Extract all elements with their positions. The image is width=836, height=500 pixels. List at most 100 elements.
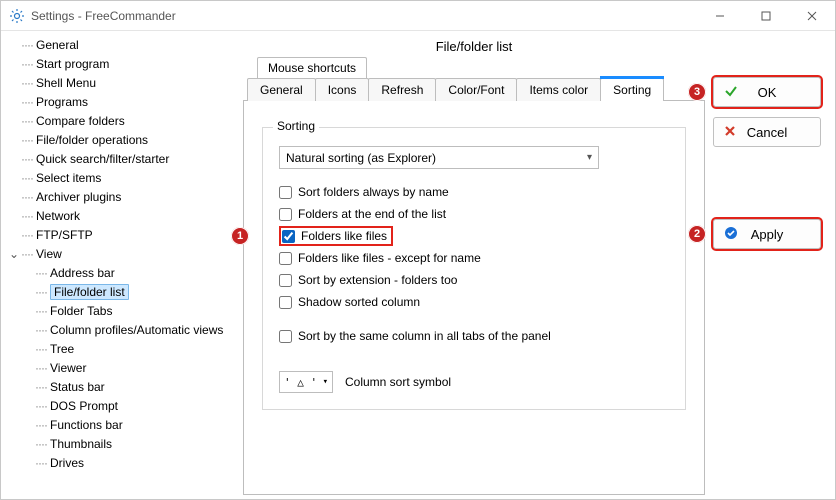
sort-same-column-input[interactable]	[279, 330, 292, 343]
sorting-group: Sorting Natural sorting (as Explorer) ▾ …	[262, 127, 686, 410]
sort-option-checkbox[interactable]: Folders like files - except for name	[279, 247, 669, 269]
secondary-tabs: Mouse shortcuts	[243, 56, 705, 77]
tree-item[interactable]: ⌄····View	[1, 244, 235, 263]
tree-item-label: Drives	[50, 456, 84, 470]
tree-item[interactable]: ····Network	[1, 206, 235, 225]
sort-option-label: Folders at the end of the list	[298, 207, 446, 221]
tree-item[interactable]: ····Start program	[1, 54, 235, 73]
ok-button[interactable]: OK 3	[713, 77, 821, 107]
tree-item[interactable]: ····Select items	[1, 168, 235, 187]
tab-general[interactable]: General	[247, 78, 316, 101]
apply-button[interactable]: Apply 2	[713, 219, 821, 249]
main-tabs: GeneralIconsRefreshColor/FontItems color…	[243, 77, 705, 101]
tab-panel-sorting: Sorting Natural sorting (as Explorer) ▾ …	[243, 101, 705, 495]
sort-same-column-checkbox[interactable]: Sort by the same column in all tabs of t…	[279, 325, 669, 347]
sort-option-label: Sort folders always by name	[298, 185, 449, 199]
tree-item[interactable]: ····Tree	[1, 339, 235, 358]
tree-item-label: Folder Tabs	[50, 304, 112, 318]
content-area: File/folder list Mouse shortcuts General…	[239, 31, 709, 499]
tree-item[interactable]: ····Functions bar	[1, 415, 235, 434]
sort-option-input[interactable]	[279, 274, 292, 287]
tree-item-label: Thumbnails	[50, 437, 112, 451]
tree-item-label: Compare folders	[36, 114, 125, 128]
chevron-down-icon: ▾	[323, 377, 328, 387]
annotation-badge-2: 2	[688, 225, 706, 243]
sort-option-checkbox[interactable]: Sort by extension - folders too	[279, 269, 669, 291]
sort-option-input[interactable]	[282, 230, 295, 243]
tree-item-label: Status bar	[50, 380, 105, 394]
tab-mouse-shortcuts[interactable]: Mouse shortcuts	[257, 57, 367, 78]
tree-item[interactable]: ····DOS Prompt	[1, 396, 235, 415]
sort-option-checkbox[interactable]: Folders at the end of the list	[279, 203, 669, 225]
tree-item[interactable]: ····Compare folders	[1, 111, 235, 130]
tree-item[interactable]: ····File/folder operations	[1, 130, 235, 149]
action-buttons: OK 3 Cancel Apply 2	[709, 31, 835, 499]
tab-items-color[interactable]: Items color	[516, 78, 601, 101]
cancel-button[interactable]: Cancel	[713, 117, 821, 147]
sort-same-column-label: Sort by the same column in all tabs of t…	[298, 329, 551, 343]
tree-item[interactable]: ····Column profiles/Automatic views	[1, 320, 235, 339]
group-title: Sorting	[273, 119, 319, 133]
annotation-badge-3: 3	[688, 83, 706, 101]
tree-item-label: DOS Prompt	[50, 399, 118, 413]
tree-item-label: Programs	[36, 95, 88, 109]
settings-tree[interactable]: ····General····Start program····Shell Me…	[1, 31, 239, 499]
tree-item-label: Shell Menu	[36, 76, 96, 90]
chevron-down-icon: ▾	[587, 152, 592, 163]
sort-option-input[interactable]	[279, 208, 292, 221]
tree-item-label: Select items	[36, 171, 101, 185]
close-button[interactable]	[789, 1, 835, 30]
sort-option-input[interactable]	[279, 186, 292, 199]
tree-item[interactable]: ····Folder Tabs	[1, 301, 235, 320]
tree-item[interactable]: ····Quick search/filter/starter	[1, 149, 235, 168]
tab-color-font[interactable]: Color/Font	[435, 78, 517, 101]
tree-item-label: Viewer	[50, 361, 86, 375]
tree-item[interactable]: ····Archiver plugins	[1, 187, 235, 206]
tree-item-label: Quick search/filter/starter	[36, 152, 169, 166]
sort-option-input[interactable]	[279, 252, 292, 265]
tree-item-label: Archiver plugins	[36, 190, 121, 204]
tree-item-label: Tree	[50, 342, 74, 356]
tree-item-label: Column profiles/Automatic views	[50, 323, 223, 337]
annotation-badge-1: 1	[231, 227, 249, 245]
sort-option-checkbox[interactable]: Sort folders always by name	[279, 181, 669, 203]
tree-item-label: FTP/SFTP	[36, 228, 93, 242]
x-icon	[724, 125, 736, 140]
tree-item[interactable]: ····Address bar	[1, 263, 235, 282]
tree-item[interactable]: ····Thumbnails	[1, 434, 235, 453]
tree-item[interactable]: ····Programs	[1, 92, 235, 111]
sort-option-checkbox[interactable]: Folders like files	[279, 225, 669, 247]
tab-icons[interactable]: Icons	[315, 78, 370, 101]
column-sort-symbol-dropdown[interactable]: ' △ ' ▾	[279, 371, 333, 393]
sort-option-label: Folders like files	[301, 229, 387, 243]
sort-mode-dropdown[interactable]: Natural sorting (as Explorer) ▾	[279, 146, 599, 169]
tree-item[interactable]: ····Status bar	[1, 377, 235, 396]
tree-item[interactable]: ····Shell Menu	[1, 73, 235, 92]
sort-option-checkbox[interactable]: Shadow sorted column	[279, 291, 669, 313]
chevron-down-icon: ⌄	[7, 247, 21, 261]
sort-option-label: Folders like files - except for name	[298, 251, 481, 265]
tree-item-label: File/folder operations	[36, 133, 148, 147]
sort-option-label: Shadow sorted column	[298, 295, 420, 309]
tree-item[interactable]: ····Drives	[1, 453, 235, 472]
window-title: Settings - FreeCommander	[31, 9, 176, 23]
tree-item-label: Address bar	[50, 266, 115, 280]
maximize-button[interactable]	[743, 1, 789, 30]
window-controls	[697, 1, 835, 30]
tree-item[interactable]: ····General	[1, 35, 235, 54]
tree-item[interactable]: ····File/folder list	[1, 282, 235, 301]
sort-option-label: Sort by extension - folders too	[298, 273, 457, 287]
tree-item[interactable]: ····Viewer	[1, 358, 235, 377]
tree-item[interactable]: ····FTP/SFTP	[1, 225, 235, 244]
tree-item-label: Network	[36, 209, 80, 223]
sort-option-input[interactable]	[279, 296, 292, 309]
tree-item-label: File/folder list	[50, 284, 129, 300]
tab-refresh[interactable]: Refresh	[368, 78, 436, 101]
column-sort-symbol-label: Column sort symbol	[345, 375, 451, 389]
tree-item-label: General	[36, 38, 79, 52]
section-title: File/folder list	[243, 33, 705, 56]
apply-icon	[724, 226, 738, 243]
tab-sorting[interactable]: Sorting	[600, 78, 664, 101]
minimize-button[interactable]	[697, 1, 743, 30]
app-gear-icon	[9, 8, 25, 24]
